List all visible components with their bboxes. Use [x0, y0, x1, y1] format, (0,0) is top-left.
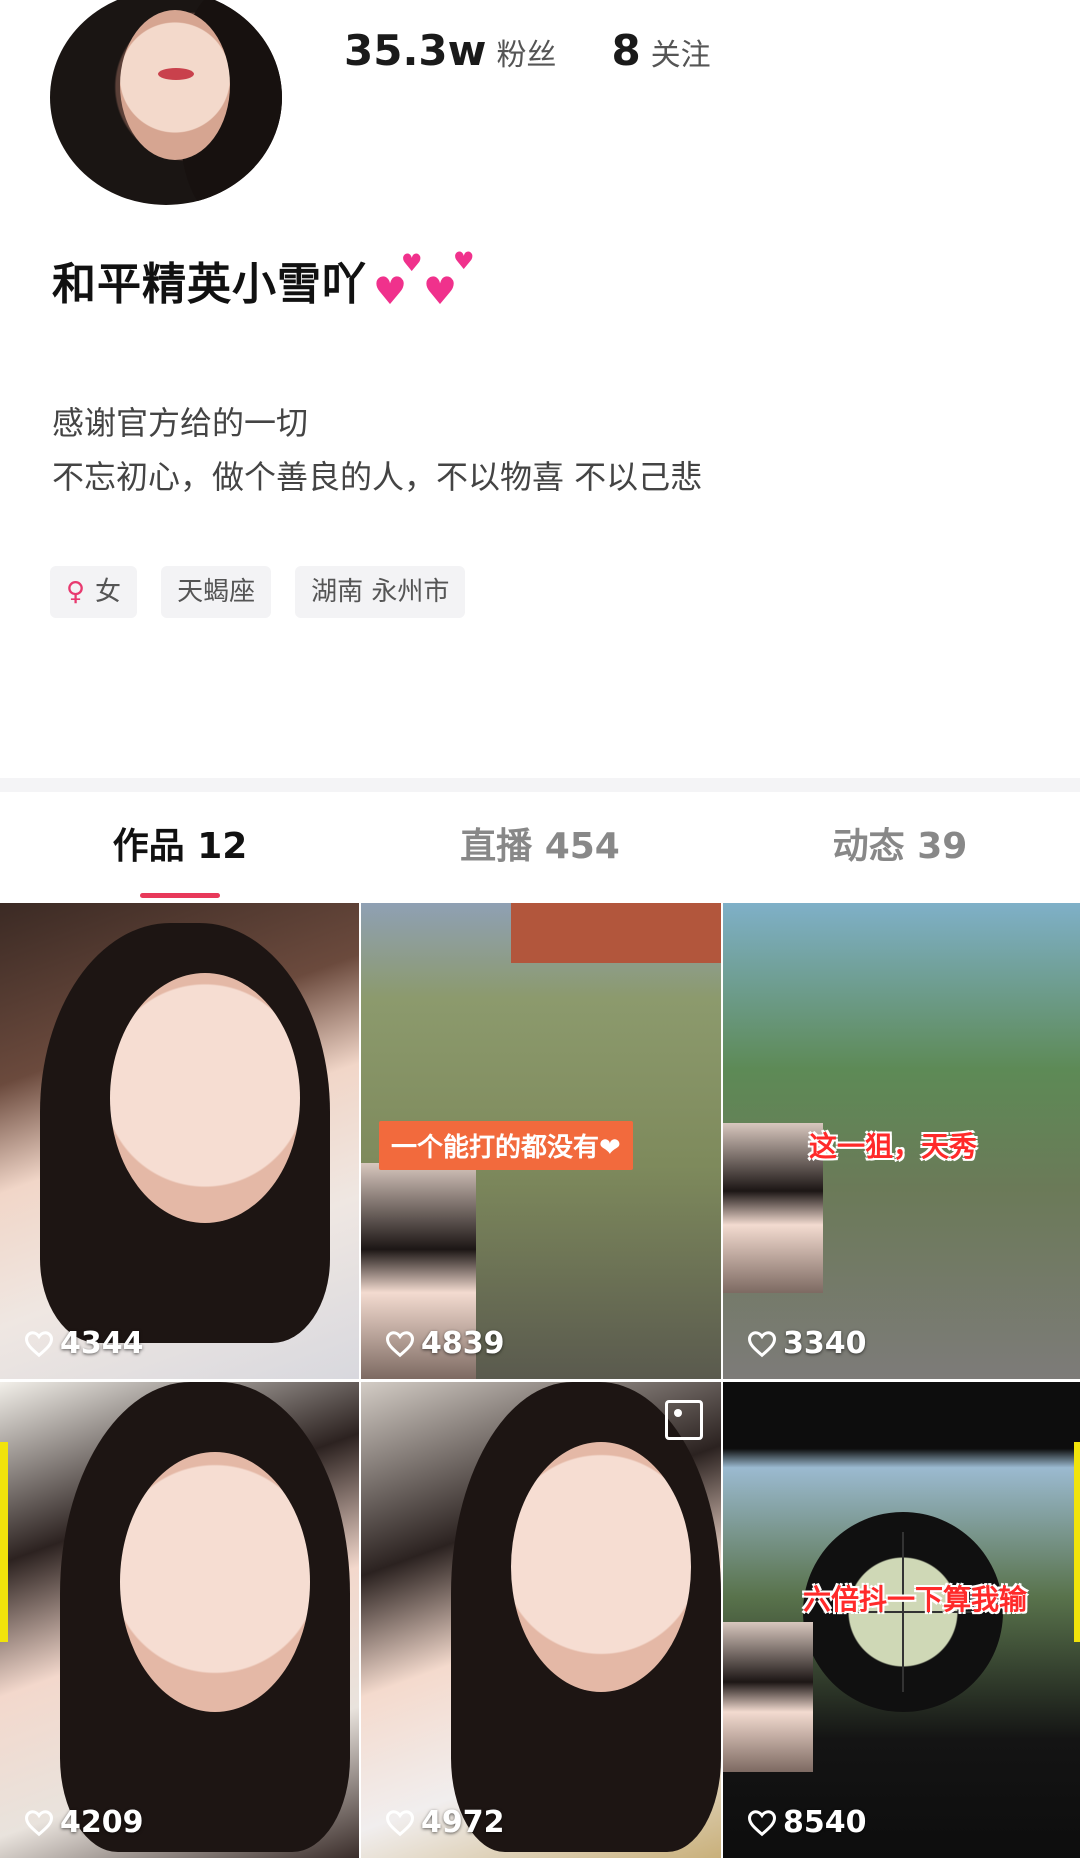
gender-label: 女 — [95, 577, 122, 607]
avatar-face — [120, 10, 230, 160]
video-thumbnail[interactable]: 六倍抖一下算我输 8540 — [723, 1382, 1080, 1858]
heart-outline-icon — [747, 1809, 777, 1836]
video-caption: 一个能打的都没有❤ — [379, 1121, 633, 1170]
video-thumbnail[interactable]: 这一狙，天秀 3340 — [723, 903, 1080, 1379]
following-count[interactable]: 8 — [611, 26, 640, 75]
heart-outline-icon — [24, 1330, 54, 1357]
content-tabs: 作品 12 直播 454 动态 39 — [0, 792, 1080, 902]
tab-works[interactable]: 作品 12 — [0, 792, 360, 902]
bio: 感谢官方给的一切 不忘初心，做个善良的人，不以物喜 不以己悲 — [52, 396, 702, 504]
like-count-value: 4209 — [60, 1805, 144, 1840]
zodiac-label: 天蝎座 — [177, 577, 256, 607]
like-count-value: 4839 — [421, 1326, 505, 1361]
heart-outline-icon — [24, 1809, 54, 1836]
tab-label: 动态 39 — [832, 826, 968, 867]
edge-marker — [0, 1442, 8, 1642]
like-count: 4209 — [24, 1805, 144, 1840]
like-count-value: 4972 — [421, 1805, 505, 1840]
bio-line: 感谢官方给的一切 — [52, 404, 309, 442]
like-count-value: 3340 — [783, 1326, 867, 1361]
video-thumbnail[interactable]: 4209 — [0, 1382, 359, 1858]
tab-label: 直播 454 — [460, 826, 620, 867]
profile-header: 35.3w 粉丝 8 关注 和平精英小雪吖 ♥ ♥ ♥ ♥ 感谢官方给的一切 不… — [0, 0, 1080, 770]
thumbnail-face — [120, 1452, 310, 1712]
username: 和平精英小雪吖 — [52, 259, 367, 310]
avatar[interactable] — [50, 0, 282, 205]
video-caption: 六倍抖一下算我输 — [803, 1583, 1028, 1616]
stats-row: 35.3w 粉丝 8 关注 — [344, 26, 711, 75]
pink-hearts-emoji-icon: ♥ ♥ ♥ ♥ — [373, 247, 475, 313]
like-count: 4839 — [385, 1326, 505, 1361]
thumbnail-inset — [723, 1123, 823, 1293]
heart-outline-icon — [385, 1809, 415, 1836]
edge-marker — [1074, 1442, 1080, 1642]
album-icon — [665, 1400, 703, 1440]
video-thumbnail[interactable]: 一个能打的都没有❤ 4839 — [361, 903, 721, 1379]
like-count: 3340 — [747, 1326, 867, 1361]
section-divider — [0, 778, 1080, 792]
followers-label[interactable]: 粉丝 — [496, 30, 556, 74]
active-tab-indicator — [140, 893, 220, 898]
thumbnail-face — [110, 973, 300, 1223]
thumbnail-face — [511, 1442, 691, 1692]
tab-live[interactable]: 直播 454 — [360, 792, 720, 902]
location-label: 湖南 永州市 — [311, 577, 450, 607]
name-row: 和平精英小雪吖 ♥ ♥ ♥ ♥ — [52, 247, 483, 313]
followers-count[interactable]: 35.3w — [344, 26, 486, 75]
tab-posts[interactable]: 动态 39 — [720, 792, 1080, 902]
like-count-value: 4344 — [60, 1326, 144, 1361]
zodiac-tag: 天蝎座 — [161, 566, 272, 618]
profile-tags: ♀ 女 天蝎座 湖南 永州市 — [50, 566, 466, 618]
video-caption: 这一狙，天秀 — [809, 1130, 978, 1163]
heart-outline-icon — [385, 1330, 415, 1357]
gender-tag: ♀ 女 — [50, 566, 138, 618]
thumbnail-inset — [723, 1622, 813, 1772]
video-thumbnail[interactable]: 4972 — [361, 1382, 721, 1858]
like-count: 4972 — [385, 1805, 505, 1840]
following-label[interactable]: 关注 — [651, 30, 711, 74]
bio-line: 不忘初心，做个善良的人，不以物喜 不以己悲 — [52, 458, 703, 496]
like-count-value: 8540 — [783, 1805, 867, 1840]
video-thumbnail[interactable]: 4344 — [0, 903, 359, 1379]
video-grid: 4344 一个能打的都没有❤ 4839 这一狙，天秀 3340 4209 497… — [0, 903, 1080, 1858]
like-count: 8540 — [747, 1805, 867, 1840]
location-tag: 湖南 永州市 — [295, 566, 466, 618]
avatar-lips — [158, 68, 194, 80]
female-icon: ♀ — [66, 577, 86, 607]
tab-label: 作品 12 — [112, 826, 248, 867]
thumbnail-building — [511, 903, 721, 963]
like-count: 4344 — [24, 1326, 144, 1361]
heart-outline-icon — [747, 1330, 777, 1357]
